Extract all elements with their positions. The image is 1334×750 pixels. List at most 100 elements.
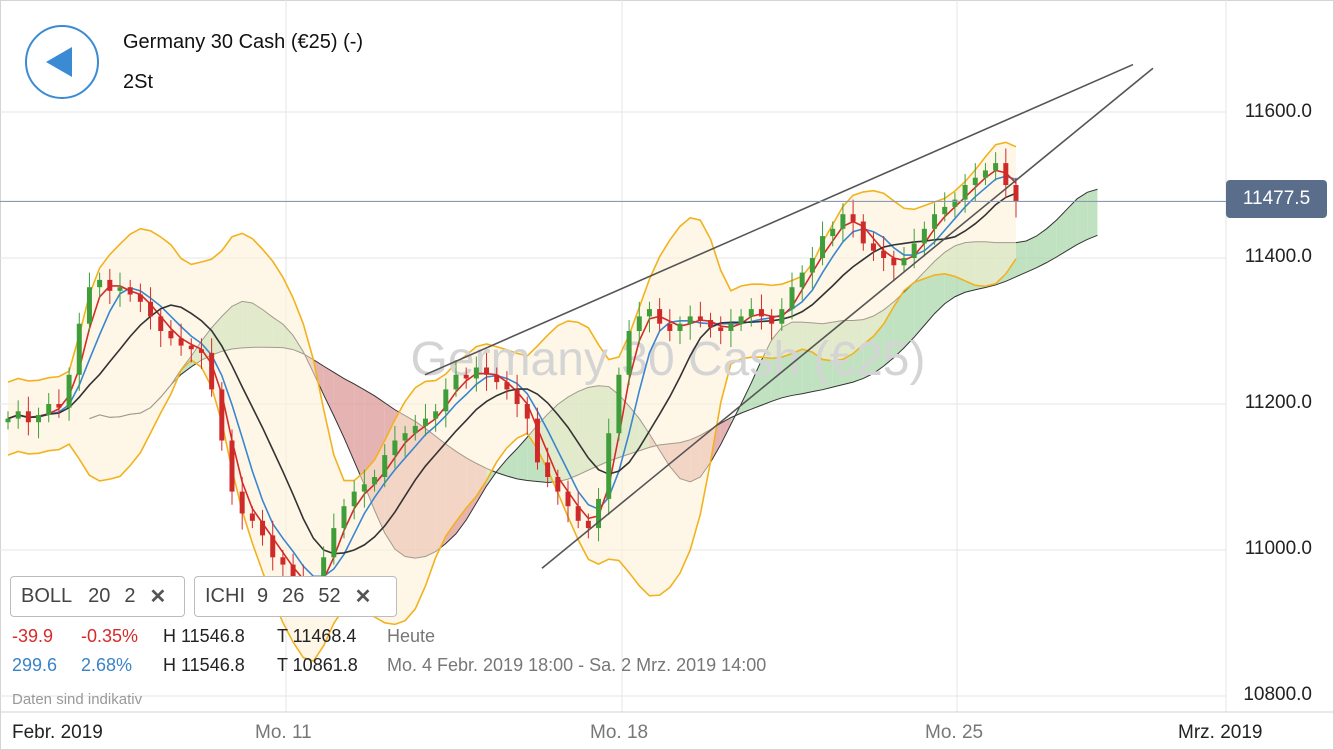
- back-button[interactable]: [25, 25, 99, 99]
- candle-body: [688, 316, 693, 323]
- candle-body: [678, 324, 683, 331]
- period-range: Mo. 4 Febr. 2019 18:00 - Sa. 2 Mrz. 2019…: [387, 655, 766, 676]
- candle-body: [392, 441, 397, 456]
- candle-body: [973, 178, 978, 185]
- candle-body: [443, 389, 448, 411]
- candle-body: [26, 411, 31, 422]
- y-tick-label: 10800.0: [1243, 684, 1312, 706]
- candle-body: [331, 528, 336, 557]
- candle-body: [749, 309, 754, 316]
- boll-name: BOLL: [21, 585, 72, 608]
- candle-body: [667, 324, 672, 331]
- boll-deviation: 2: [124, 585, 135, 608]
- back-arrow-icon: [27, 27, 97, 97]
- candle-body: [800, 273, 805, 288]
- chart-watermark: Germany 30 Cash (€25): [411, 333, 926, 386]
- candle-body: [464, 375, 469, 379]
- candle-body: [36, 415, 41, 422]
- candle-body: [922, 229, 927, 244]
- candle-body: [382, 455, 387, 477]
- ichi-indicator-chip[interactable]: ICHI 9 26 52 ✕: [194, 576, 397, 617]
- candle-body: [372, 477, 377, 484]
- candle-body: [158, 316, 163, 331]
- candle-body: [586, 521, 591, 528]
- disclaimer: Daten sind indikativ: [12, 691, 142, 708]
- x-tick-label: Mo. 18: [590, 722, 648, 744]
- ichi-senkou: 52: [318, 585, 340, 608]
- candle-body: [148, 302, 153, 317]
- candle-body: [759, 309, 764, 316]
- y-tick-label: 11000.0: [1245, 538, 1312, 560]
- candle-body: [902, 258, 907, 265]
- candle-body: [240, 492, 245, 514]
- x-tick-label: Febr. 2019: [12, 722, 103, 744]
- candle-body: [891, 258, 896, 265]
- ichi-name: ICHI: [205, 585, 245, 608]
- candle-body: [769, 316, 774, 323]
- boll-period: 20: [88, 585, 110, 608]
- candle-body: [851, 214, 856, 221]
- today-change: -39.9: [12, 626, 53, 647]
- candle-body: [107, 280, 112, 291]
- candle-body: [810, 258, 815, 273]
- x-tick-label: Mo. 25: [925, 722, 983, 744]
- candle-body: [1003, 163, 1008, 185]
- candle-body: [616, 375, 621, 433]
- candle-body: [871, 243, 876, 250]
- instrument-title: Germany 30 Cash (€25) (-): [123, 31, 363, 54]
- period-high: H 11546.8: [163, 655, 245, 676]
- candle-body: [881, 251, 886, 258]
- candle-body: [830, 229, 835, 236]
- remove-boll-icon[interactable]: ✕: [150, 584, 167, 609]
- y-tick-label: 11200.0: [1245, 392, 1312, 414]
- candle-body: [627, 331, 632, 375]
- today-label: Heute: [387, 626, 435, 647]
- candle-body: [97, 280, 102, 287]
- ichimoku-cloud-segment: [1057, 209, 1067, 257]
- candle-body: [1014, 185, 1019, 201]
- candle-body: [728, 324, 733, 331]
- candle-body: [942, 207, 947, 214]
- candle-body: [342, 506, 347, 528]
- candle-body: [423, 419, 428, 426]
- interval-label[interactable]: 2St: [123, 71, 153, 94]
- candle-body: [56, 404, 61, 408]
- candle-body: [963, 185, 968, 200]
- candle-body: [932, 214, 937, 229]
- candle-body: [606, 433, 611, 499]
- remove-ichi-icon[interactable]: ✕: [355, 584, 372, 609]
- candle-body: [484, 368, 489, 375]
- candle-body: [362, 484, 367, 491]
- today-percent: -0.35%: [81, 626, 138, 647]
- candle-body: [6, 419, 11, 423]
- candle-body: [454, 375, 459, 390]
- ichimoku-cloud-segment: [1087, 189, 1097, 239]
- candle-body: [118, 287, 123, 291]
- period-change: 299.6: [12, 655, 57, 676]
- candle-body: [403, 433, 408, 440]
- candle-body: [67, 375, 72, 408]
- boll-indicator-chip[interactable]: BOLL 20 2 ✕: [10, 576, 185, 617]
- trendline-lower: [542, 68, 1153, 568]
- candle-body: [566, 492, 571, 507]
- ichimoku-cloud-segment: [507, 449, 517, 479]
- candle-body: [189, 346, 194, 350]
- candle-body: [270, 535, 275, 557]
- candle-body: [698, 316, 703, 320]
- candle-body: [637, 316, 642, 331]
- candle-body: [16, 411, 21, 418]
- candle-body: [280, 557, 285, 564]
- candle-body: [413, 426, 418, 433]
- candle-body: [983, 170, 988, 177]
- candle-body: [494, 375, 499, 382]
- candle-body: [993, 163, 998, 170]
- candle-body: [912, 243, 917, 258]
- candle-body: [861, 222, 866, 244]
- candle-body: [790, 287, 795, 309]
- x-tick-label: Mo. 11: [255, 722, 312, 744]
- candle-body: [46, 404, 51, 415]
- ichimoku-cloud-segment: [324, 366, 334, 416]
- candle-body: [209, 353, 214, 390]
- candle-body: [779, 309, 784, 324]
- candle-body: [87, 287, 92, 324]
